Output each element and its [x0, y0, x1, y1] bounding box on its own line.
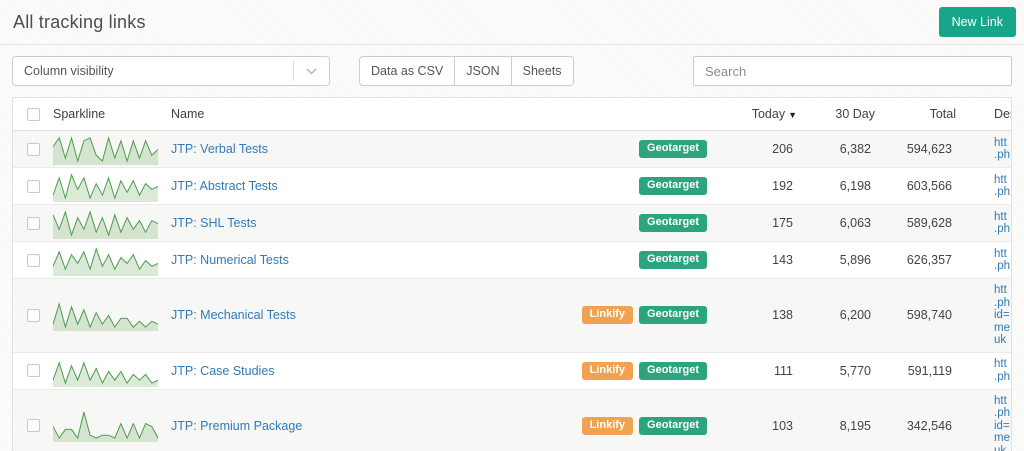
destination-link[interactable]: htt .ph — [966, 353, 1011, 388]
link-name[interactable]: JTP: Verbal Tests — [171, 142, 268, 156]
column-header-total[interactable]: Total — [885, 107, 966, 121]
row-checkbox[interactable] — [26, 216, 40, 230]
link-name[interactable]: JTP: Mechanical Tests — [171, 308, 296, 322]
destination-link[interactable]: htt .ph — [966, 132, 1011, 167]
tag-badge-geotarget: Geotarget — [639, 306, 707, 325]
tag-badge-geotarget: Geotarget — [639, 177, 707, 195]
tag-badges: Geotarget — [531, 140, 717, 158]
column-header-destination[interactable]: Destination — [966, 107, 1011, 121]
export-csv-button[interactable]: Data as CSV — [359, 56, 456, 86]
tracking-links-table: Sparkline Name Today▼ 30 Day Total Desti… — [12, 97, 1012, 451]
today-value: 175 — [772, 216, 793, 230]
thirty-day-value: 5,770 — [839, 363, 871, 378]
link-name[interactable]: JTP: Case Studies — [171, 364, 275, 378]
today-value: 192 — [772, 179, 793, 193]
new-link-button[interactable]: New Link — [938, 7, 1016, 37]
select-all-checkbox[interactable] — [26, 107, 40, 121]
tag-badge-linkify: Linkify — [581, 361, 634, 380]
row-checkbox[interactable] — [26, 179, 40, 193]
tag-badges: Geotarget — [531, 251, 717, 269]
sparkline-chart — [53, 205, 171, 241]
column-header-sparkline: Sparkline — [53, 107, 106, 121]
link-name[interactable]: JTP: SHL Tests — [171, 216, 256, 230]
today-value: 143 — [772, 253, 793, 267]
export-sheets-button[interactable]: Sheets — [510, 56, 574, 86]
link-name[interactable]: JTP: Premium Package — [171, 419, 302, 433]
search-input[interactable] — [693, 56, 1012, 86]
total-value: 589,628 — [906, 216, 952, 230]
column-header-30day[interactable]: 30 Day — [807, 107, 885, 121]
table-row: JTP: Mechanical Tests Linkify Geotarget 1… — [13, 279, 1011, 353]
sparkline-chart — [53, 408, 171, 444]
tag-badge-linkify: Linkify — [581, 416, 634, 435]
total-value: 603,566 — [906, 179, 952, 193]
column-header-today[interactable]: Today ▼ — [717, 107, 807, 121]
row-checkbox[interactable] — [26, 308, 40, 322]
thirty-day-value: 6,200 — [839, 308, 871, 323]
tag-badges: Linkify Geotarget — [531, 416, 717, 435]
thirty-day-value: 6,198 — [839, 179, 871, 193]
table-row: JTP: Abstract Tests Geotarget 192 6,198 … — [13, 168, 1011, 205]
table-row: JTP: Numerical Tests Geotarget 143 5,896… — [13, 242, 1011, 279]
today-value: 111 — [773, 363, 793, 378]
total-value: 591,119 — [907, 363, 952, 378]
chevron-down-icon — [293, 61, 329, 81]
export-json-button[interactable]: JSON — [454, 56, 512, 86]
tag-badges: Linkify Geotarget — [531, 361, 717, 380]
destination-link[interactable]: htt .ph — [966, 243, 1011, 278]
column-visibility-label: Column visibility — [24, 64, 114, 78]
table-row: JTP: Verbal Tests Geotarget 206 6,382 59… — [13, 131, 1011, 168]
row-checkbox[interactable] — [26, 419, 40, 433]
tag-badge-geotarget: Geotarget — [639, 140, 707, 158]
tag-badge-geotarget: Geotarget — [639, 251, 707, 269]
tag-badge-geotarget: Geotarget — [639, 361, 707, 380]
destination-link[interactable]: htt .ph id= me uk — [966, 279, 1011, 352]
row-checkbox[interactable] — [26, 364, 40, 377]
table-row: JTP: Premium Package Linkify Geotarget 10… — [13, 389, 1011, 451]
thirty-day-value: 5,896 — [839, 253, 871, 267]
sparkline-chart — [53, 168, 171, 204]
sort-desc-icon: ▼ — [788, 110, 797, 120]
today-value: 103 — [772, 418, 793, 433]
tag-badge-geotarget: Geotarget — [639, 416, 707, 435]
sparkline-chart — [53, 242, 171, 278]
sparkline-chart — [53, 297, 171, 333]
row-checkbox[interactable] — [26, 142, 40, 156]
link-name[interactable]: JTP: Numerical Tests — [171, 253, 289, 267]
thirty-day-value: 6,382 — [839, 142, 871, 156]
table-header-row: Sparkline Name Today▼ 30 Day Total Desti… — [13, 98, 1011, 131]
today-value: 206 — [772, 142, 793, 156]
column-visibility-dropdown[interactable]: Column visibility — [12, 56, 330, 86]
tag-badges: Geotarget — [531, 177, 717, 195]
tag-badge-linkify: Linkify — [581, 306, 634, 325]
total-value: 626,357 — [906, 253, 952, 267]
row-checkbox[interactable] — [26, 253, 40, 267]
table-controls: Column visibility Data as CSV JSON Sheet… — [12, 56, 1012, 86]
thirty-day-value: 6,063 — [839, 216, 871, 230]
sparkline-chart — [53, 353, 171, 389]
destination-link[interactable]: htt .ph — [966, 206, 1011, 241]
table-row: JTP: SHL Tests Geotarget 175 6,063 589,6… — [13, 205, 1011, 242]
sparkline-chart — [53, 131, 171, 167]
total-value: 342,546 — [906, 418, 952, 433]
thirty-day-value: 8,195 — [839, 418, 871, 433]
today-value: 138 — [772, 308, 793, 323]
page-title: All tracking links — [13, 11, 146, 32]
link-name[interactable]: JTP: Abstract Tests — [171, 179, 278, 193]
tag-badges: Geotarget — [531, 214, 717, 232]
destination-link[interactable]: htt .ph id= me uk — [966, 390, 1011, 451]
table-row: JTP: Case Studies Linkify Geotarget 111 5… — [13, 353, 1011, 390]
export-button-group: Data as CSV JSON Sheets — [359, 56, 574, 86]
destination-link[interactable]: htt .ph — [966, 169, 1011, 204]
column-header-name[interactable]: Name — [171, 107, 531, 121]
total-value: 594,623 — [906, 142, 952, 156]
tag-badges: Linkify Geotarget — [531, 306, 717, 325]
top-bar: All tracking links New Link — [0, 0, 1024, 45]
total-value: 598,740 — [906, 308, 952, 323]
tag-badge-geotarget: Geotarget — [639, 214, 707, 232]
